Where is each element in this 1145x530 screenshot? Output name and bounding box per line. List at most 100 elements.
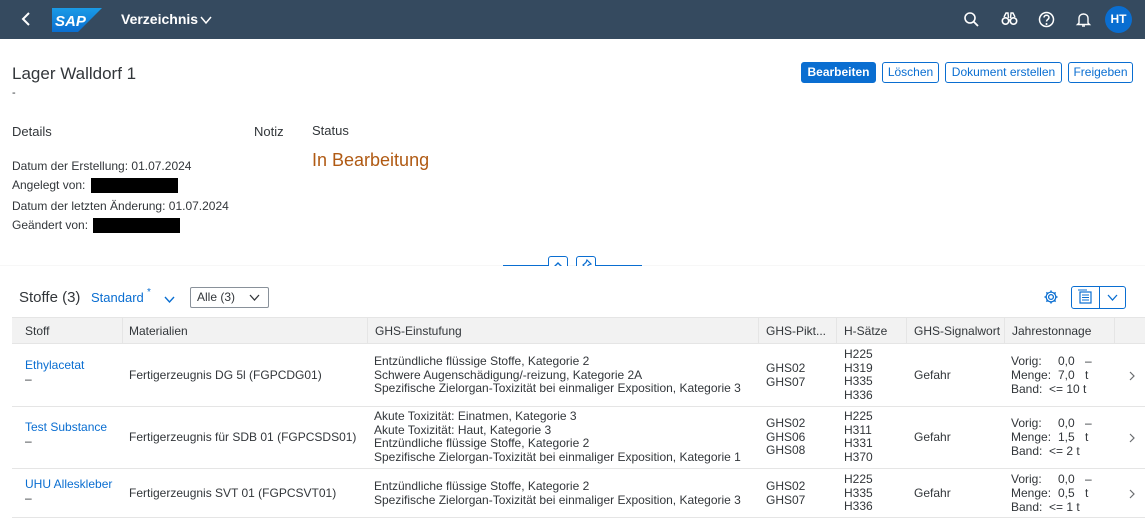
svg-text:SAP: SAP (55, 13, 87, 30)
chevron-down-icon[interactable] (163, 293, 176, 306)
pictogram-code: GHS02 (766, 416, 806, 430)
ghs-classification-line: Spezifische Zielorgan-Toxizität bei einm… (374, 492, 741, 507)
help-icon[interactable] (1038, 11, 1055, 28)
export-button[interactable] (1071, 286, 1100, 309)
pictogram-code: GHS07 (766, 492, 806, 507)
ghs-classification-line: Akute Toxizität: Haut, Kategorie 3 (374, 422, 552, 437)
column-header-materials[interactable]: Materialien (129, 324, 188, 338)
ghs-classification-line: Entzündliche flüssige Stoffe, Kategorie … (374, 479, 590, 493)
search-icon[interactable] (963, 11, 980, 28)
pictogram-code: GHS06 (766, 429, 806, 444)
bell-icon[interactable] (1075, 11, 1092, 28)
status-heading: Status (312, 123, 349, 138)
tonnage-label: Band: (1011, 500, 1043, 514)
export-menu-button[interactable] (1099, 286, 1126, 309)
variant-selector[interactable]: Standard (91, 290, 144, 305)
h-statement: H225 (844, 347, 873, 361)
created-by-label: Angelegt von: (12, 178, 86, 192)
column-header-ghs-pictograms[interactable]: GHS-Pikt... (766, 324, 826, 338)
tonnage-label: Menge: (1011, 486, 1052, 500)
changed-date-row: Datum der letzten Änderung: 01.07.2024 (12, 199, 229, 213)
tonnage-label: Menge: (1011, 430, 1052, 444)
tonnage-value: 0,0 (1058, 472, 1075, 486)
tonnage-unit: – (1085, 416, 1092, 430)
back-arrow-icon[interactable] (18, 10, 36, 28)
chevron-right-icon[interactable] (1126, 488, 1138, 500)
binoculars-icon[interactable] (1001, 11, 1018, 28)
pictogram-code: GHS02 (766, 361, 806, 375)
substance-subtext: – (25, 434, 32, 448)
substance-link[interactable]: UHU Alleskleber (25, 477, 112, 492)
tonnage-label: Vorig: (1011, 416, 1042, 430)
tonnage-band: <= 10 t (1049, 382, 1087, 396)
table-row[interactable]: Test Substance – Fertigerzeugnis für SDB… (12, 407, 1145, 469)
tonnage-label: Vorig: (1011, 354, 1042, 368)
sap-logo[interactable]: SAP (52, 8, 102, 32)
column-separator (758, 318, 759, 344)
chevron-right-icon[interactable] (1126, 370, 1138, 382)
status-value: In Bearbeitung (312, 150, 430, 170)
redacted-name (90, 178, 178, 194)
created-by-row: Angelegt von: (12, 178, 178, 194)
column-header-h-statements[interactable]: H-Sätze (844, 324, 887, 338)
chevron-right-icon[interactable] (1126, 432, 1138, 444)
column-separator (367, 318, 368, 344)
table-header: Stoff Materialien GHS-Einstufung GHS-Pik… (12, 317, 1145, 344)
delete-button[interactable]: Löschen (882, 62, 939, 83)
h-statement: H319 (844, 360, 873, 375)
column-header-substance[interactable]: Stoff (25, 324, 49, 338)
release-button[interactable]: Freigeben (1068, 62, 1133, 83)
h-statement: H335 (844, 374, 873, 388)
h-statement: H336 (844, 387, 873, 402)
shell-bar: SAP Verzeichnis HT (0, 0, 1145, 39)
settings-icon[interactable] (1043, 289, 1059, 305)
ghs-classification-line: Entzündliche flüssige Stoffe, Kategorie … (374, 436, 590, 450)
changed-date-label: Datum der letzten Änderung: (12, 199, 166, 213)
tonnage-label: Vorig: (1011, 472, 1042, 486)
pictogram-code: GHS08 (766, 443, 806, 457)
chevron-down-icon[interactable] (248, 291, 261, 304)
tonnage-label: Menge: (1011, 368, 1052, 382)
column-separator (836, 318, 837, 344)
tonnage-value: 0,0 (1058, 354, 1075, 368)
tonnage-value: 1,5 (1058, 430, 1075, 444)
h-statement: H225 (844, 472, 873, 486)
ghs-classification-line: Akute Toxizität: Einatmen, Kategorie 3 (374, 409, 577, 423)
user-avatar[interactable]: HT (1105, 6, 1132, 33)
material-cell: Fertigerzeugnis SVT 01 (FGPCSVT01) (129, 486, 337, 500)
tonnage-label: Band: (1011, 444, 1043, 458)
tonnage-label: Band: (1011, 382, 1043, 396)
ghs-classification-line: Entzündliche flüssige Stoffe, Kategorie … (374, 354, 590, 368)
redacted-name (93, 218, 181, 234)
chevron-down-icon[interactable] (199, 13, 213, 27)
substance-link[interactable]: Test Substance (25, 420, 107, 435)
edit-button[interactable]: Bearbeiten (801, 62, 876, 83)
created-date-row: Datum der Erstellung: 01.07.2024 (12, 159, 191, 173)
tonnage-unit: t (1085, 430, 1089, 444)
column-header-ghs-classification[interactable]: GHS-Einstufung (375, 324, 462, 338)
table-title: Stoffe (3) (19, 289, 81, 306)
column-header-annual-tonnage[interactable]: Jahrestonnage (1012, 324, 1091, 338)
table-row[interactable]: UHU Alleskleber – Fertigerzeugnis SVT 01… (12, 469, 1145, 518)
tonnage-unit: t (1085, 368, 1089, 382)
table-row[interactable]: Ethylacetat – Fertigerzeugnis DG 5l (FGP… (12, 345, 1145, 407)
substance-link[interactable]: Ethylacetat (25, 358, 84, 373)
signal-word: Gefahr (914, 430, 951, 444)
column-header-signal-word[interactable]: GHS-Signalwort (914, 324, 1000, 338)
material-cell: Fertigerzeugnis für SDB 01 (FGPCSDS01) (129, 430, 357, 444)
tonnage-band: <= 1 t (1049, 500, 1080, 514)
changed-date-value: 01.07.2024 (168, 199, 229, 213)
ghs-classification-line: Spezifische Zielorgan-Toxizität bei einm… (374, 449, 741, 464)
tonnage-unit: – (1085, 472, 1092, 486)
material-cell: Fertigerzeugnis DG 5l (FGPCDG01) (129, 368, 322, 382)
signal-word: Gefahr (914, 368, 951, 382)
app-title[interactable]: Verzeichnis (121, 11, 198, 27)
h-statement: H225 (844, 409, 873, 423)
pictogram-code: GHS07 (766, 374, 806, 389)
signal-word: Gefahr (914, 486, 951, 500)
create-document-button[interactable]: Dokument erstellen (945, 62, 1062, 83)
substance-subtext: – (25, 491, 32, 505)
changed-by-label: Geändert von: (12, 218, 89, 232)
h-statement: H336 (844, 499, 873, 513)
column-separator (906, 318, 907, 344)
